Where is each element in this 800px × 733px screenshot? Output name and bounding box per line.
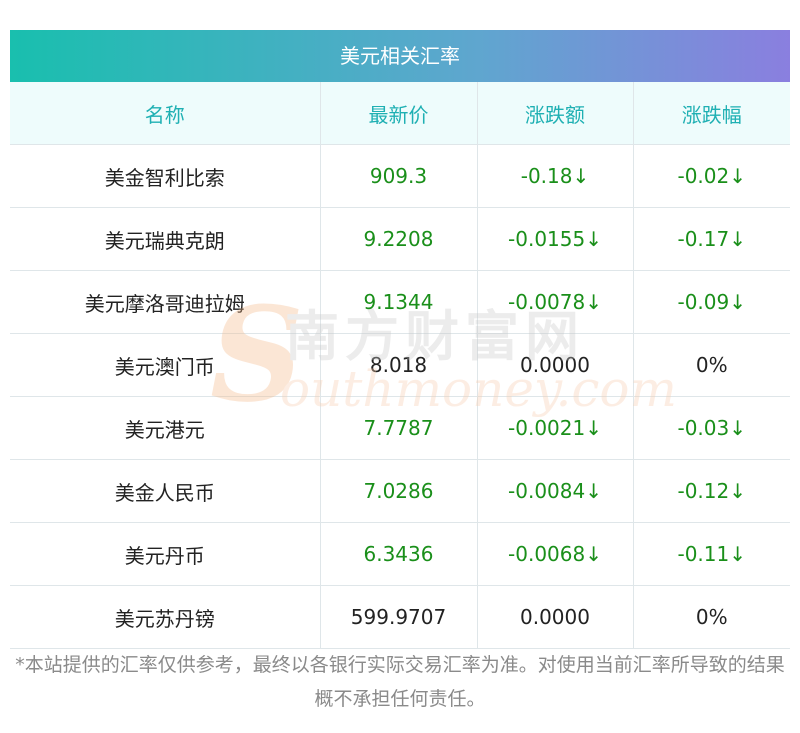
currency-name-cell: 美金人民币 [10,459,320,523]
table-row[interactable]: 美金智利比索 909.3 -0.18↓ -0.02↓ [10,144,790,208]
percent-cell: 0% [632,333,790,397]
column-header-name: 名称 [10,82,320,145]
currency-name-cell: 美元港元 [10,396,320,460]
column-header-percent: 涨跌幅 [632,82,790,145]
percent-cell: -0.17↓ [632,207,790,271]
percent-cell: -0.02↓ [632,144,790,208]
price-cell: 9.1344 [319,270,477,334]
disclaimer-text: *本站提供的汇率仅供参考，最终以各银行实际交易汇率为准。对使用当前汇率所导致的结… [15,654,785,710]
change-cell: -0.0021↓ [476,396,633,460]
table-row[interactable]: 美元瑞典克朗 9.2208 -0.0155↓ -0.17↓ [10,207,790,271]
percent-cell: 0% [632,585,790,649]
change-cell: 0.0000 [476,585,633,649]
currency-name-cell: 美元丹币 [10,522,320,586]
table-row[interactable]: 美元港元 7.7787 -0.0021↓ -0.03↓ [10,396,790,460]
currency-name-cell: 美元瑞典克朗 [10,207,320,271]
currency-name-cell: 美元苏丹镑 [10,585,320,649]
price-cell: 7.7787 [319,396,477,460]
column-header-price: 最新价 [319,82,477,145]
change-cell: -0.18↓ [476,144,633,208]
table-row[interactable]: 美金人民币 7.0286 -0.0084↓ -0.12↓ [10,459,790,523]
rate-panel: 美元相关汇率 名称 最新价 涨跌额 涨跌幅 美金智利比索 909.3 -0.18↓ -… [10,30,790,649]
price-cell: 8.018 [319,333,477,397]
price-cell: 7.0286 [319,459,477,523]
change-cell: 0.0000 [476,333,633,397]
price-cell: 9.2208 [319,207,477,271]
rates-table: 名称 最新价 涨跌额 涨跌幅 美金智利比索 909.3 -0.18↓ -0.02↓ 美元… [10,82,790,649]
table-header-row: 名称 最新价 涨跌额 涨跌幅 [10,82,790,145]
percent-cell: -0.11↓ [632,522,790,586]
price-cell: 599.9707 [319,585,477,649]
table-row[interactable]: 美元摩洛哥迪拉姆 9.1344 -0.0078↓ -0.09↓ [10,270,790,334]
price-cell: 6.3436 [319,522,477,586]
table-row[interactable]: 美元苏丹镑 599.9707 0.0000 0% [10,585,790,649]
change-cell: -0.0078↓ [476,270,633,334]
column-header-change: 涨跌额 [476,82,633,145]
change-cell: -0.0155↓ [476,207,633,271]
change-cell: -0.0084↓ [476,459,633,523]
percent-cell: -0.09↓ [632,270,790,334]
table-row[interactable]: 美元澳门币 8.018 0.0000 0% [10,333,790,397]
currency-name-cell: 美元摩洛哥迪拉姆 [10,270,320,334]
percent-cell: -0.03↓ [632,396,790,460]
percent-cell: -0.12↓ [632,459,790,523]
currency-name-cell: 美金智利比索 [10,144,320,208]
change-cell: -0.0068↓ [476,522,633,586]
currency-name-cell: 美元澳门币 [10,333,320,397]
price-cell: 909.3 [319,144,477,208]
table-row[interactable]: 美元丹币 6.3436 -0.0068↓ -0.11↓ [10,522,790,586]
panel-title: 美元相关汇率 [10,30,790,82]
